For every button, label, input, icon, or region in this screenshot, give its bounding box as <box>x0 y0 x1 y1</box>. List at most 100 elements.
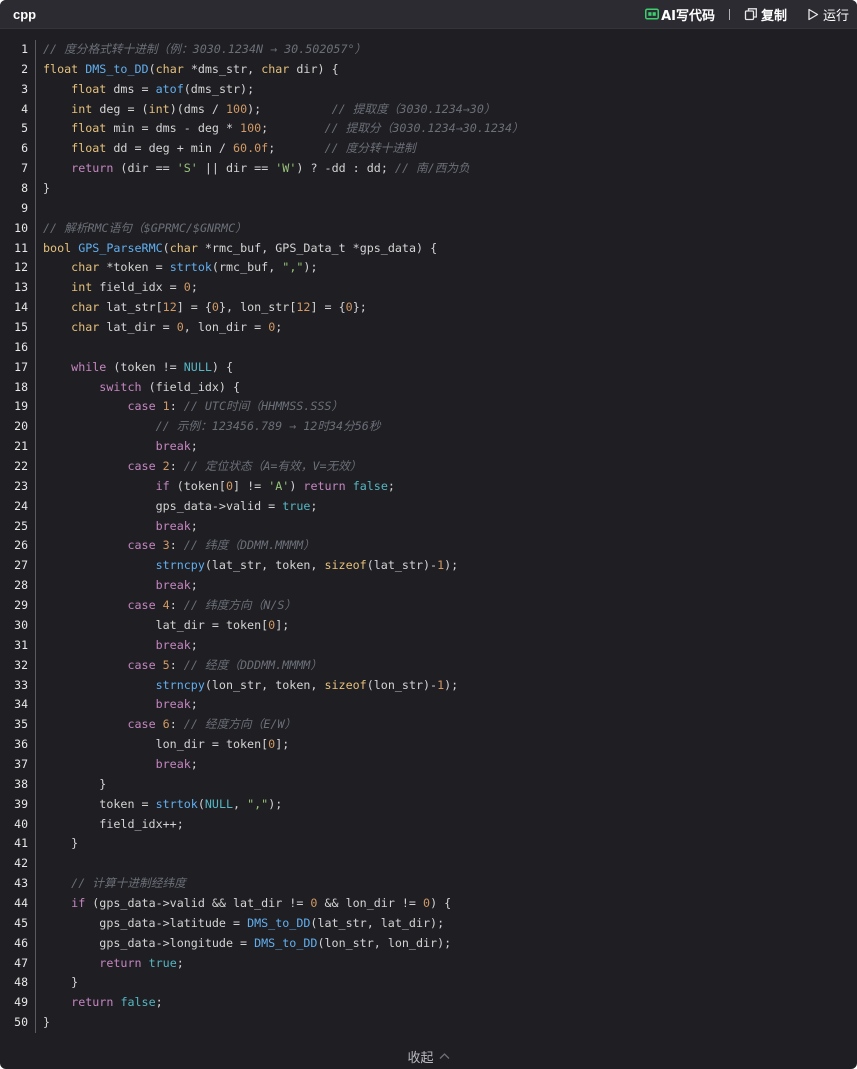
code-token: dms = <box>106 81 156 96</box>
line-number: 32 <box>14 657 28 672</box>
code-line: 26 case 3: // 纬度（DDMM.MMMM） <box>0 536 857 556</box>
code-token: dd = deg + min / <box>106 141 234 156</box>
code-token: (gps_data->valid && lat_dir != <box>85 895 311 910</box>
code-token: } <box>43 776 107 791</box>
code-token: lat_dir = <box>99 320 177 335</box>
copy-button[interactable]: 复制 <box>744 5 787 24</box>
code-token: ) { <box>430 895 452 910</box>
line-number: 49 <box>14 995 28 1010</box>
ai-write-code-button[interactable]: AI写代码 <box>645 5 715 24</box>
code-line: 25 break; <box>0 517 857 537</box>
code-text: char lat_dir = 0, lon_dir = 0; <box>43 318 282 338</box>
code-token: ); <box>247 101 332 116</box>
code-token: // 度分转十进制 <box>324 141 416 156</box>
code-token: (dir == <box>113 161 177 176</box>
code-token: 4 <box>162 598 170 613</box>
code-text: int deg = (int)(dms / 100); // 提取度（3030.… <box>43 100 495 120</box>
code-token: ; <box>268 141 325 156</box>
code-line: 40 field_idx++; <box>0 815 857 835</box>
run-button[interactable]: 运行 <box>807 5 849 24</box>
code-token: 6 <box>162 717 170 732</box>
line-number: 2 <box>21 61 28 76</box>
code-token: float <box>71 81 107 96</box>
code-token: } <box>43 1015 51 1030</box>
code-token: false <box>120 995 156 1010</box>
line-number: 37 <box>14 756 28 771</box>
code-token: // 纬度方向（N/S） <box>183 598 297 613</box>
code-token: 5 <box>162 657 170 672</box>
code-token: min = dms - deg * <box>106 121 241 136</box>
line-number: 22 <box>14 459 28 474</box>
line-number: 23 <box>14 478 28 493</box>
code-token: dir) { <box>289 61 339 76</box>
code-line: 17 while (token != NULL) { <box>0 358 857 378</box>
line-number: 50 <box>14 1015 28 1030</box>
code-token: (dms_str); <box>183 81 255 96</box>
code-line: 15 char lat_dir = 0, lon_dir = 0; <box>0 318 857 338</box>
code-token: break <box>155 637 191 652</box>
line-number: 14 <box>14 300 28 315</box>
code-token: ; <box>190 518 198 533</box>
code-token: case <box>127 399 156 414</box>
code-line: 37 break; <box>0 755 857 775</box>
code-token: (lon_str, lon_dir); <box>317 935 452 950</box>
code-token: : <box>169 717 184 732</box>
code-token: char <box>155 61 184 76</box>
code-line: 38 } <box>0 775 857 795</box>
code-line: 35 case 6: // 经度方向（E/W） <box>0 715 857 735</box>
code-token: break <box>155 756 191 771</box>
line-number: 48 <box>14 975 28 990</box>
code-text: break; <box>43 755 198 775</box>
code-token: bool <box>43 240 72 255</box>
code-text: char *token = strtok(rmc_buf, ","); <box>43 258 317 278</box>
code-text: strncpy(lon_str, token, sizeof(lon_str)-… <box>43 676 459 696</box>
code-token: ; <box>190 637 198 652</box>
collapse-button[interactable]: 收起 <box>407 1047 449 1066</box>
code-text: lon_dir = token[0]; <box>43 735 290 755</box>
code-token: return <box>71 161 114 176</box>
code-text: case 4: // 纬度方向（N/S） <box>43 596 296 616</box>
code-text: // 计算十进制经纬度 <box>43 874 186 894</box>
line-number: 47 <box>14 955 28 970</box>
code-text: float dms = atof(dms_str); <box>43 80 254 100</box>
code-token: 0 <box>183 280 191 295</box>
line-number: 40 <box>14 816 28 831</box>
code-line: 11 bool GPS_ParseRMC(char *rmc_buf, GPS_D… <box>0 239 857 259</box>
code-line: 18 switch (field_idx) { <box>0 378 857 398</box>
code-token: } <box>43 181 51 196</box>
line-number: 9 <box>21 200 28 215</box>
line-number: 31 <box>14 637 28 652</box>
code-token: atof <box>155 81 184 96</box>
code-line: 1 // 度分格式转十进制（例：3030.1234N → 30.502057°） <box>0 40 857 60</box>
code-token: gps_data->longitude = <box>43 935 255 950</box>
copy-label: 复制 <box>760 8 787 24</box>
code-token: ]; <box>275 737 290 752</box>
code-line: 46 gps_data->longitude = DMS_to_DD(lon_s… <box>0 934 857 954</box>
code-line: 13 int field_idx = 0; <box>0 278 857 298</box>
code-token: DMS_to_DD <box>85 61 149 76</box>
code-token: int <box>71 101 93 116</box>
ai-icon <box>645 8 660 20</box>
code-token: float <box>71 141 107 156</box>
code-token: "," <box>282 260 304 275</box>
code-line: 45 gps_data->latitude = DMS_to_DD(lat_st… <box>0 914 857 934</box>
code-token: break <box>155 518 191 533</box>
code-line: 24 gps_data->valid = true; <box>0 497 857 517</box>
code-token: ] = { <box>176 300 212 315</box>
code-token: : <box>169 538 184 553</box>
code-token: char <box>71 260 100 275</box>
code-text: float DMS_to_DD(char *dms_str, char dir)… <box>43 60 339 80</box>
code-token: ] = { <box>310 300 346 315</box>
code-token: ); <box>444 677 459 692</box>
line-number: 15 <box>14 320 28 335</box>
code-token: // 度分格式转十进制（例：3030.1234N → 30.502057°） <box>43 42 367 56</box>
